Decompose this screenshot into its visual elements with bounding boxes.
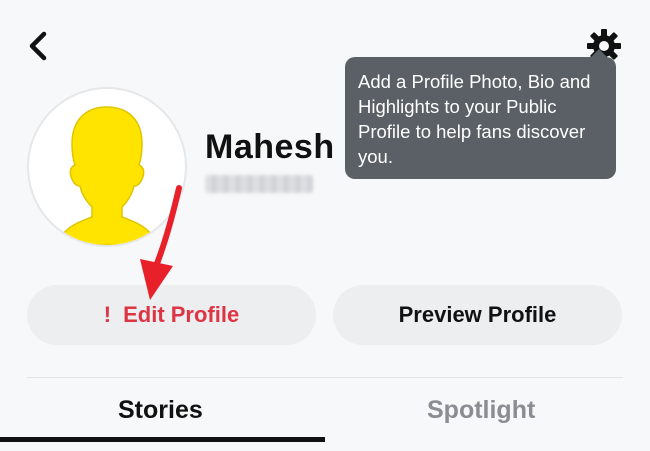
back-button[interactable] [22, 28, 58, 64]
edit-profile-label: Edit Profile [123, 302, 240, 327]
section-divider [27, 377, 623, 378]
preview-profile-label: Preview Profile [398, 302, 557, 327]
chevron-left-icon [29, 31, 47, 61]
profile-avatar[interactable] [27, 87, 187, 247]
profile-tip-tooltip[interactable]: Add a Profile Photo, Bio and Highlights … [345, 57, 616, 179]
alert-icon: ! [103, 302, 112, 327]
profile-display-name: Mahesh [205, 128, 335, 166]
preview-profile-button[interactable]: Preview Profile [333, 285, 622, 345]
tab-stories[interactable]: Stories [118, 396, 203, 425]
default-avatar-silhouette-icon [56, 106, 158, 245]
edit-profile-button[interactable]: ! Edit Profile [27, 285, 316, 345]
profile-username-redacted [205, 175, 313, 193]
tab-spotlight[interactable]: Spotlight [427, 396, 535, 425]
active-tab-indicator [0, 437, 325, 442]
tooltip-text: Add a Profile Photo, Bio and Highlights … [358, 71, 591, 167]
